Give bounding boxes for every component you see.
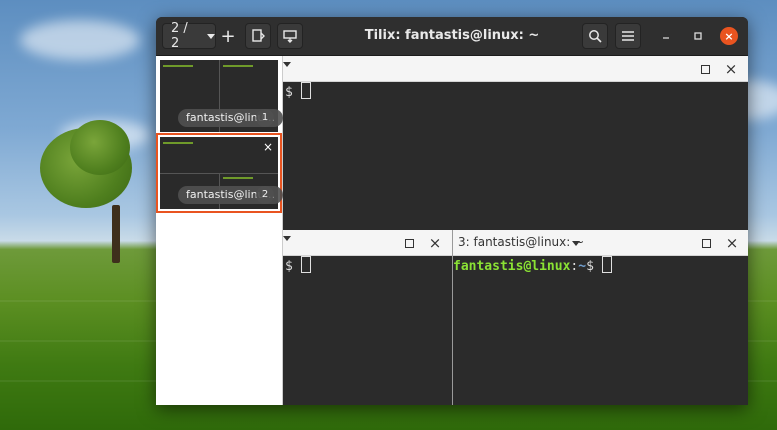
window-close-button[interactable]: × [720,27,738,45]
detach-icon [283,30,297,43]
pane-header-bottom-right: 3: fantastis@linux: ~ × [453,230,748,256]
chevron-down-icon[interactable] [572,241,580,246]
chevron-down-icon[interactable] [283,62,291,67]
search-icon [589,30,602,43]
terminal-cursor [601,256,612,273]
pane-header-bottom-left: × [283,230,452,256]
close-icon: × [724,29,734,43]
maximize-icon [404,238,414,248]
session-number: 1 [256,109,274,127]
close-icon: × [724,60,738,78]
prompt-user: fantastis@linux [453,259,571,274]
titlebar: 2 / 2 + Tilix: fantastis@linux: ~ × [156,17,748,56]
chevron-down-icon [207,33,215,39]
minimize-button[interactable] [658,28,674,44]
pane-header-top: × [283,56,748,82]
session-close-button[interactable]: × [263,140,273,154]
prompt-suffix: $ [285,259,293,274]
session-sidebar: fantastis@linu... 1 × fantastis@linu... … [156,56,284,405]
minimize-icon [663,37,669,39]
session-thumbnail-2[interactable]: × fantastis@linu... 2 [156,133,284,213]
session-number: 2 [256,186,274,204]
search-button[interactable] [582,23,608,49]
thumbnail-prompt-line [163,142,193,144]
add-session-button[interactable] [245,23,271,49]
prompt-suffix: $ [285,85,293,100]
cloud [20,20,140,60]
pane-maximize-button[interactable] [698,62,712,76]
thumbnail-prompt-line [163,65,193,67]
detach-button[interactable] [277,23,303,49]
thumbnail-prompt-line [223,177,253,179]
hamburger-icon [622,31,634,41]
close-icon: × [725,234,739,252]
terminal-pane-bottom-right[interactable]: fantastis@linux:~$ [453,256,748,405]
pane-close-button[interactable]: × [428,234,442,252]
tree-trunk [112,205,120,263]
maximize-button[interactable] [690,28,706,44]
close-icon: × [428,234,442,252]
session-thumbnail-1[interactable]: fantastis@linu... 1 [160,60,284,132]
terminal-pane-top[interactable]: $ [283,82,748,230]
tilix-window: 2 / 2 + Tilix: fantastis@linux: ~ × × $ … [156,17,748,405]
prompt-path: ~ [578,259,587,274]
close-icon: × [262,140,273,154]
chevron-down-icon[interactable] [283,236,291,241]
plus-icon: + [220,25,236,47]
session-switcher-label: 2 / 2 [171,21,188,51]
add-terminal-button[interactable]: + [218,23,238,49]
maximize-icon [700,64,710,74]
terminal-cursor [300,256,311,273]
prompt-suffix: $ [586,259,594,274]
pane-title[interactable]: 3: fantastis@linux: ~ [458,235,584,249]
pane-maximize-button[interactable] [699,236,713,250]
thumbnail-prompt-line [223,65,253,67]
session-switcher-button[interactable]: 2 / 2 [162,21,216,51]
maximize-icon [701,238,711,248]
terminal-cursor [300,82,311,99]
menu-button[interactable] [615,23,641,49]
terminal-prompt: fantastis@linux:~$ [453,256,612,274]
pane-maximize-button[interactable] [402,236,416,250]
tree [70,120,130,175]
pane-close-button[interactable]: × [725,234,739,252]
terminal-area: × $ × $ 3: fantastis@linux: ~ × fantasti… [156,56,748,405]
maximize-icon [694,32,702,40]
terminal-pane-bottom-left[interactable]: $ [283,256,452,405]
pane-close-button[interactable]: × [724,60,738,78]
add-session-icon [252,29,265,42]
